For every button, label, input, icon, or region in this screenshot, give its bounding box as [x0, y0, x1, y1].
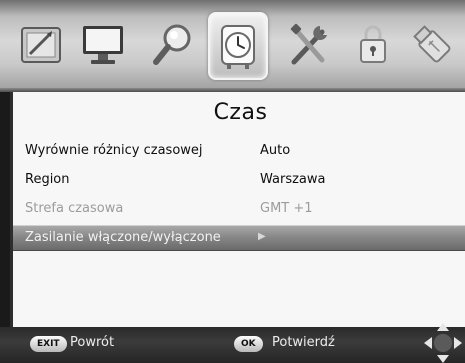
ok-key-icon[interactable]: OK — [234, 336, 263, 352]
search-icon[interactable] — [150, 20, 196, 70]
display-settings-icon[interactable] — [80, 20, 126, 70]
menu-row-power-on-off[interactable]: Zasilanie włączone/wyłączone ▶ — [13, 225, 465, 251]
picture-settings-icon[interactable] — [18, 20, 64, 70]
menu-row-region[interactable]: Region Warszawa — [13, 168, 465, 192]
time-settings-panel: Czas Wyrównie różnicy czasowej Auto Regi… — [10, 92, 465, 327]
tools-icon[interactable] — [286, 20, 332, 70]
settings-screen: Czas Wyrównie różnicy czasowej Auto Regi… — [0, 0, 465, 363]
back-label: Powrót — [70, 335, 115, 350]
chevron-right-icon: ▶ — [258, 231, 266, 242]
lock-icon[interactable] — [350, 20, 396, 70]
clock-icon[interactable] — [208, 12, 268, 80]
usb-icon[interactable] — [410, 20, 456, 70]
row-label: Zasilanie włączone/wyłączone — [25, 230, 221, 245]
row-value: Auto — [260, 143, 291, 158]
help-bar: EXIT Powrót OK Potwierdź — [0, 327, 465, 363]
row-value: Warszawa — [260, 172, 326, 187]
menu-row-time-zone: Strefa czasowa GMT +1 — [13, 197, 465, 221]
dpad-icon — [423, 319, 463, 363]
page-title: Czas — [213, 100, 268, 125]
row-value: GMT +1 — [260, 201, 313, 216]
top-menu-bar — [0, 0, 465, 92]
confirm-label: Potwierdź — [272, 335, 335, 350]
exit-key-icon[interactable]: EXIT — [30, 336, 67, 352]
row-label: Wyrównie różnicy czasowej — [25, 143, 203, 158]
row-label: Strefa czasowa — [25, 201, 124, 216]
row-label: Region — [25, 172, 70, 187]
menu-row-time-offset[interactable]: Wyrównie różnicy czasowej Auto — [13, 139, 465, 163]
